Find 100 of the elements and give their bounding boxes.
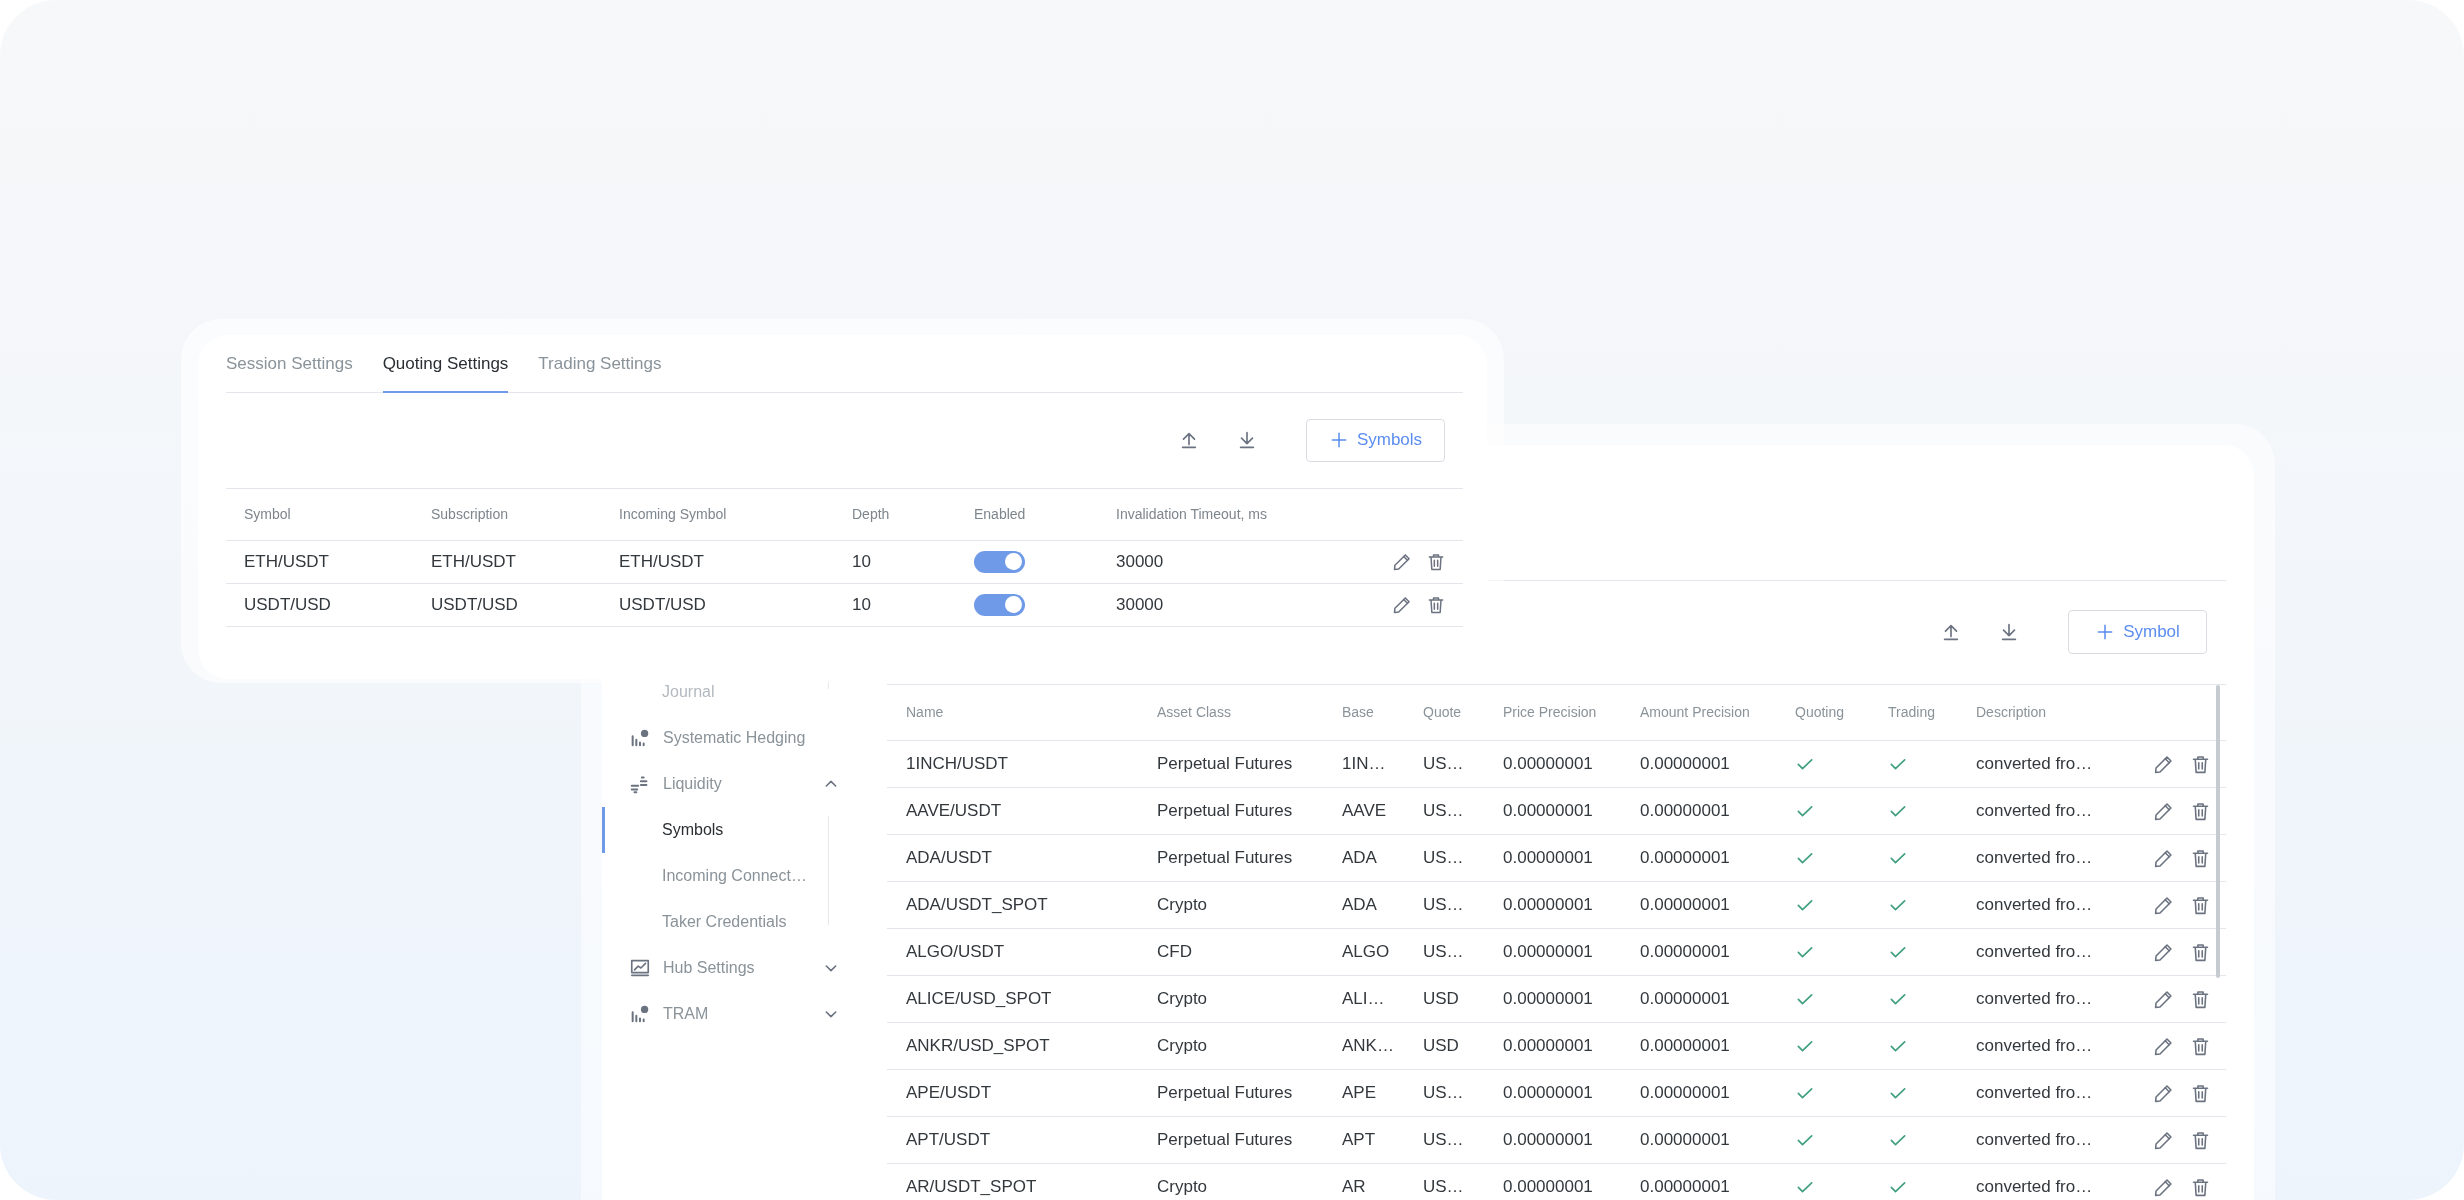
table-cell-text: 0.00000001 bbox=[1503, 988, 1594, 1011]
table-cell-text: 0.00000001 bbox=[1640, 753, 1731, 776]
column-header: Symbol bbox=[244, 504, 292, 524]
column-header: Quote bbox=[1423, 703, 1463, 722]
table-cell-text: converted fro… bbox=[1976, 941, 2094, 964]
table-cell-text: ALGO bbox=[1342, 941, 1391, 964]
table-cell-text: US… bbox=[1423, 894, 1465, 917]
table-cell-text: ALGO/USDT bbox=[906, 941, 1006, 964]
column-header: Quoting bbox=[1795, 703, 1846, 722]
table-cell-text: AAVE bbox=[1342, 800, 1388, 823]
table-cell-text: Crypto bbox=[1157, 988, 1209, 1011]
toggle-switch[interactable] bbox=[974, 550, 1025, 573]
column-header: Trading bbox=[1888, 703, 1936, 722]
column-header: Amount Precision bbox=[1640, 703, 1751, 722]
table-cell-text: ANKR/USD_SPOT bbox=[906, 1035, 1051, 1058]
sidebar-item[interactable]: Taker Credentials bbox=[662, 910, 787, 934]
delete-icon[interactable] bbox=[1426, 551, 1446, 572]
sidebar-item[interactable]: Systematic Hedging bbox=[663, 726, 806, 750]
table-cell-text: converted fro… bbox=[1976, 753, 2094, 776]
table-cell-text: Crypto bbox=[1157, 1035, 1209, 1058]
table-cell-text: USDT/USD bbox=[244, 593, 332, 616]
table-cell-text: USD bbox=[1423, 988, 1460, 1011]
edit-icon[interactable] bbox=[2153, 847, 2174, 869]
edit-icon[interactable] bbox=[2153, 800, 2174, 822]
table-cell-text: Perpetual Futures bbox=[1157, 800, 1294, 823]
table-cell-text: 0.00000001 bbox=[1640, 894, 1731, 917]
table-cell-text: Crypto bbox=[1157, 1176, 1209, 1199]
delete-icon[interactable] bbox=[2190, 1176, 2211, 1198]
add-symbol-button[interactable]: Symbols bbox=[1306, 418, 1445, 462]
edit-icon[interactable] bbox=[2153, 753, 2174, 775]
table-cell-text: APE bbox=[1342, 1082, 1378, 1105]
sidebar-item[interactable]: Symbols bbox=[662, 818, 724, 842]
sidebar-item[interactable]: TRAM bbox=[663, 1002, 709, 1026]
sidebar-item[interactable]: Hub Settings bbox=[663, 956, 755, 980]
table-cell-text: 1IN… bbox=[1342, 753, 1387, 776]
table-cell-text: US… bbox=[1423, 753, 1465, 776]
table-cell-text: Perpetual Futures bbox=[1157, 1082, 1294, 1105]
column-header: Depth bbox=[852, 504, 891, 524]
edit-icon[interactable] bbox=[2153, 988, 2174, 1010]
delete-icon[interactable] bbox=[2190, 894, 2211, 916]
table-cell-text: ALICE/USD_SPOT bbox=[906, 988, 1053, 1011]
table-cell-text: US… bbox=[1423, 800, 1465, 823]
delete-icon[interactable] bbox=[2190, 1035, 2211, 1057]
table-cell-text: APT/USDT bbox=[906, 1129, 992, 1152]
table-cell-text: APE/USDT bbox=[906, 1082, 993, 1105]
sidebar-item[interactable]: Journal bbox=[662, 680, 715, 704]
table-cell-text: converted fro… bbox=[1976, 800, 2094, 823]
table-cell-text: 0.00000001 bbox=[1640, 988, 1731, 1011]
table-cell-text: converted fro… bbox=[1976, 1176, 2094, 1199]
sidebar-item[interactable]: Incoming Connect… bbox=[662, 864, 807, 888]
tab[interactable]: Session Settings bbox=[226, 345, 353, 393]
edit-icon[interactable] bbox=[2153, 894, 2174, 916]
delete-icon[interactable] bbox=[2190, 847, 2211, 869]
table-cell-text: AR bbox=[1342, 1176, 1367, 1199]
column-header: Invalidation Timeout, ms bbox=[1116, 504, 1268, 524]
column-header: Price Precision bbox=[1503, 703, 1598, 722]
table-cell-text: ETH/USDT bbox=[619, 550, 705, 573]
table-cell-text: 30000 bbox=[1116, 550, 1165, 573]
table-cell-text: 0.00000001 bbox=[1503, 1129, 1594, 1152]
edit-icon[interactable] bbox=[2153, 1082, 2174, 1104]
column-header: Enabled bbox=[974, 504, 1027, 524]
toggle-switch[interactable] bbox=[974, 593, 1025, 616]
column-header: Asset Class bbox=[1157, 703, 1232, 722]
table-cell-text: AR/USDT_SPOT bbox=[906, 1176, 1038, 1199]
table-cell-text: 0.00000001 bbox=[1640, 1082, 1731, 1105]
delete-icon[interactable] bbox=[2190, 941, 2211, 963]
column-header: Description bbox=[1976, 703, 2048, 722]
table-cell-text: ADA bbox=[1342, 894, 1378, 917]
edit-icon[interactable] bbox=[2153, 941, 2174, 963]
delete-icon[interactable] bbox=[2190, 1129, 2211, 1151]
table-cell-text: 0.00000001 bbox=[1503, 1176, 1594, 1199]
table-cell-text: ETH/USDT bbox=[244, 550, 330, 573]
table-cell-text: 10 bbox=[852, 593, 872, 616]
delete-icon[interactable] bbox=[2190, 753, 2211, 775]
table-cell-text: USDT/USD bbox=[431, 593, 519, 616]
table-cell-text: ADA/USDT bbox=[906, 847, 993, 870]
edit-icon[interactable] bbox=[2153, 1035, 2174, 1057]
delete-icon[interactable] bbox=[1426, 594, 1446, 615]
column-header: Base bbox=[1342, 703, 1375, 722]
delete-icon[interactable] bbox=[2190, 1082, 2211, 1104]
edit-icon[interactable] bbox=[2153, 1129, 2174, 1151]
column-header: Subscription bbox=[431, 504, 510, 524]
edit-icon[interactable] bbox=[2153, 1176, 2174, 1198]
add-symbol-button[interactable]: Symbol bbox=[2068, 610, 2207, 654]
table-cell-text: APT bbox=[1342, 1129, 1377, 1152]
table-cell-text: ADA/USDT_SPOT bbox=[906, 894, 1049, 917]
sidebar-item[interactable]: Liquidity bbox=[663, 772, 722, 796]
table-cell-text: 0.00000001 bbox=[1503, 847, 1594, 870]
scrollbar[interactable] bbox=[2216, 685, 2220, 978]
edit-icon[interactable] bbox=[1392, 594, 1412, 615]
tab[interactable]: Quoting Settings bbox=[382, 345, 509, 393]
delete-icon[interactable] bbox=[2190, 988, 2211, 1010]
sidebar-icon bbox=[629, 957, 651, 979]
table-cell-text: US… bbox=[1423, 1176, 1465, 1199]
table-cell-text: US… bbox=[1423, 847, 1465, 870]
delete-icon[interactable] bbox=[2190, 800, 2211, 822]
table-cell-text: 0.00000001 bbox=[1640, 941, 1731, 964]
table-cell-text: ANK… bbox=[1342, 1035, 1395, 1058]
tab[interactable]: Trading Settings bbox=[538, 345, 662, 393]
edit-icon[interactable] bbox=[1392, 551, 1412, 572]
